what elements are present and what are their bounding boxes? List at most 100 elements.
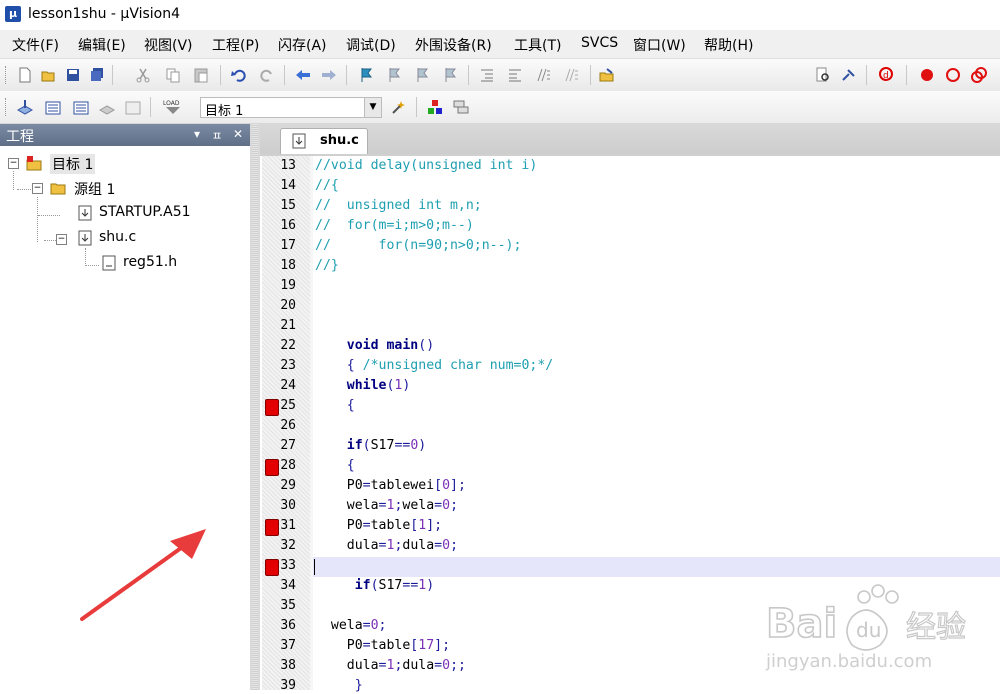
new-file-icon[interactable] [16, 66, 34, 84]
close-icon[interactable]: ✕ [231, 127, 245, 141]
line-number: 18 [280, 258, 296, 273]
line-number: 13 [280, 158, 296, 173]
code-line[interactable]: void main() [315, 338, 434, 353]
collapse-target-toggle[interactable]: − [8, 158, 19, 169]
incremental-find-icon[interactable] [840, 66, 858, 84]
code-line[interactable]: //{ [315, 178, 339, 193]
disable-breakpoints-icon[interactable] [970, 66, 988, 84]
panel-splitter-grip [252, 124, 258, 690]
panel-menu-icon[interactable]: ▾ [190, 127, 204, 141]
target-select-value: 目标 1 [205, 104, 244, 119]
code-line[interactable]: P0=tablewei[0]; [315, 478, 466, 493]
tree-file-startup[interactable]: STARTUP.A51 [99, 204, 191, 220]
tree-file-shu-c[interactable]: shu.c [99, 229, 136, 245]
uncomment-selection-icon[interactable] [562, 66, 580, 84]
breakpoint-marker[interactable] [265, 559, 279, 576]
select-packs-icon[interactable] [452, 98, 470, 116]
svg-text:LOAD: LOAD [163, 100, 180, 107]
breakpoint-marker[interactable] [265, 459, 279, 476]
clear-bookmarks-icon[interactable] [442, 66, 460, 84]
line-number: 36 [280, 618, 296, 633]
build-icon[interactable] [44, 98, 62, 116]
find-in-files-icon[interactable] [598, 66, 616, 84]
code-line[interactable]: { [315, 458, 355, 473]
download-load-icon[interactable]: LOAD [160, 98, 186, 116]
code-line[interactable]: //} [315, 258, 339, 273]
svg-text:jingyan.baidu.com: jingyan.baidu.com [765, 651, 932, 672]
indent-icon[interactable] [478, 66, 496, 84]
line-number: 34 [280, 578, 296, 593]
next-bookmark-icon[interactable] [414, 66, 432, 84]
menu-help[interactable]: 帮助(H) [704, 35, 753, 55]
code-line[interactable]: { /*unsigned char num=0;*/ [315, 358, 553, 373]
paste-icon[interactable] [192, 66, 210, 84]
menu-peripherals[interactable]: 外围设备(R) [415, 35, 492, 55]
code-line[interactable]: } [315, 678, 363, 693]
code-line[interactable]: dula=1;dula=0; [315, 538, 458, 553]
code-line[interactable]: dula=1;dula=0;; [315, 658, 466, 673]
previous-bookmark-icon[interactable] [386, 66, 404, 84]
code-line[interactable]: // for(n=90;n>0;n--); [315, 238, 521, 253]
collapse-group-toggle[interactable]: − [32, 183, 43, 194]
save-icon[interactable] [64, 66, 82, 84]
menu-tools[interactable]: 工具(T) [514, 35, 561, 55]
toolbar-grip[interactable] [5, 98, 9, 116]
header-file-icon [101, 255, 117, 271]
file-icon [77, 230, 93, 246]
insert-breakpoint-icon[interactable] [918, 66, 936, 84]
code-line[interactable]: while(1) [315, 378, 411, 393]
enable-breakpoint-icon[interactable] [944, 66, 962, 84]
menu-flash[interactable]: 闪存(A) [278, 35, 327, 55]
toolbar-grip[interactable] [5, 66, 9, 84]
batch-build-icon[interactable] [98, 98, 116, 116]
save-all-icon[interactable] [88, 66, 106, 84]
redo-icon[interactable] [258, 66, 276, 84]
navigate-forward-icon[interactable] [320, 66, 338, 84]
code-line[interactable]: // unsigned int m,n; [315, 198, 482, 213]
manage-components-icon[interactable] [426, 98, 444, 116]
breakpoint-marker[interactable] [265, 519, 279, 536]
code-line[interactable]: //void delay(unsigned int i) [315, 158, 537, 173]
menu-debug[interactable]: 调试(D) [346, 35, 396, 55]
line-number: 38 [280, 658, 296, 673]
cut-icon[interactable] [134, 66, 152, 84]
tree-target[interactable]: 目标 1 [50, 154, 96, 174]
menu-file[interactable]: 文件(F) [12, 35, 59, 55]
code-line[interactable]: P0=table[1]; [315, 518, 442, 533]
code-line[interactable]: { [315, 398, 355, 413]
line-number: 21 [280, 318, 296, 333]
collapse-file-toggle[interactable]: − [56, 234, 67, 245]
code-line[interactable]: if(S17==0) [315, 438, 426, 453]
tree-include-reg51[interactable]: reg51.h [123, 254, 177, 270]
tree-source-group[interactable]: 源组 1 [74, 179, 115, 199]
open-file-icon[interactable] [40, 66, 58, 84]
code-line[interactable]: wela=1;wela=0; [315, 498, 458, 513]
code-line[interactable]: wela=0; [315, 618, 387, 633]
navigate-back-icon[interactable] [294, 66, 312, 84]
comment-selection-icon[interactable] [534, 66, 552, 84]
code-line[interactable]: if(S17==1) [315, 578, 434, 593]
find-icon[interactable] [814, 66, 832, 84]
rebuild-icon[interactable] [72, 98, 90, 116]
code-line[interactable]: // for(m=i;m>0;m--) [315, 218, 474, 233]
translate-icon[interactable] [16, 98, 34, 116]
chevron-down-icon[interactable]: ▼ [364, 98, 381, 117]
start-debug-icon[interactable]: d [878, 66, 896, 84]
target-options-icon[interactable] [390, 98, 408, 116]
insert-bookmark-icon[interactable] [358, 66, 376, 84]
menu-edit[interactable]: 编辑(E) [78, 35, 126, 55]
stop-build-icon[interactable] [124, 98, 142, 116]
menu-project[interactable]: 工程(P) [212, 35, 259, 55]
breakpoint-marker[interactable] [265, 399, 279, 416]
menu-window[interactable]: 窗口(W) [633, 35, 686, 55]
unindent-icon[interactable] [506, 66, 524, 84]
target-select[interactable]: 目标 1 ▼ [200, 97, 382, 119]
file-toolbar: ▼ d [0, 59, 1000, 145]
menu-view[interactable]: 视图(V) [144, 35, 193, 55]
pin-icon[interactable]: ㅍ [210, 127, 224, 144]
menu-svcs[interactable]: SVCS [581, 35, 618, 51]
copy-icon[interactable] [164, 66, 182, 84]
undo-icon[interactable] [230, 66, 248, 84]
code-line[interactable]: P0=table[17]; [315, 638, 450, 653]
line-number: 29 [280, 478, 296, 493]
